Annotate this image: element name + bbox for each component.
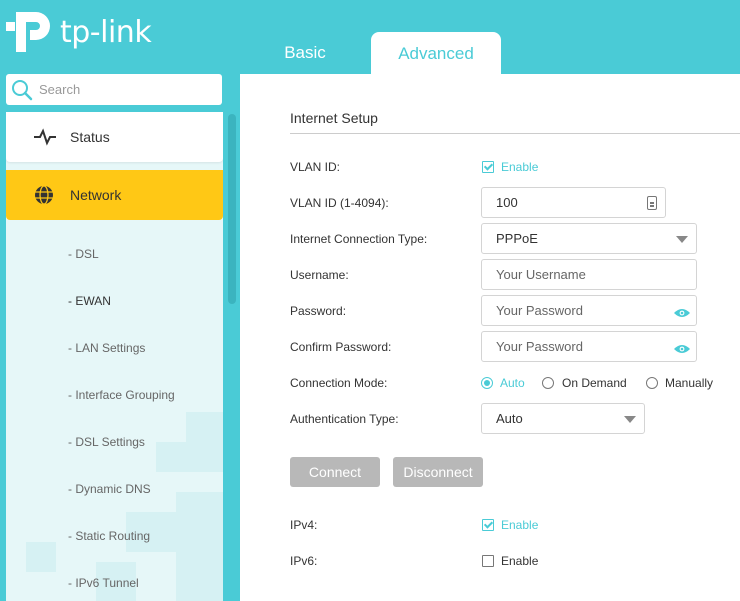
connection-type-value: PPPoE: [496, 231, 538, 246]
search-input[interactable]: [39, 82, 209, 97]
vlan-label: VLAN ID:: [290, 160, 341, 174]
search-icon[interactable]: [11, 79, 33, 101]
ipv6-label: IPv6:: [290, 554, 318, 568]
connection-mode-label: Connection Mode:: [290, 376, 388, 390]
vlan-enable-checkbox[interactable]: [482, 161, 494, 173]
radio-auto-label: Auto: [500, 376, 525, 390]
ipv4-enable-label: Enable: [501, 518, 539, 532]
username-placeholder: Your Username: [496, 267, 586, 282]
sidebar-subitem-dsl-settings[interactable]: - DSL Settings: [68, 435, 145, 449]
radio-auto[interactable]: [481, 377, 493, 389]
confirm-password-placeholder: Your Password: [496, 339, 583, 354]
radio-manually[interactable]: [646, 377, 658, 389]
nav-menu: Status Network - DSL - EWAN - LAN Settin…: [6, 112, 223, 601]
disconnect-button[interactable]: Disconnect: [393, 457, 483, 487]
section-title: Internet Setup: [290, 110, 378, 126]
sidebar-item-network[interactable]: Network: [6, 170, 223, 220]
sidebar-item-label: Network: [70, 187, 122, 203]
username-label: Username:: [290, 268, 349, 282]
ipv6-enable-checkbox[interactable]: [482, 555, 494, 567]
vlan-id-value: 100: [496, 195, 518, 210]
password-label: Password:: [290, 304, 347, 318]
decorative-pattern: [156, 442, 186, 472]
password-input[interactable]: Your Password: [481, 295, 697, 326]
brand-name: tp-link: [60, 14, 152, 50]
auth-type-select[interactable]: Auto: [481, 403, 645, 434]
sidebar-subitem-ewan[interactable]: - EWAN: [68, 294, 111, 308]
auth-type-value: Auto: [496, 411, 523, 426]
sidebar-subitem-dsl[interactable]: - DSL: [68, 247, 99, 261]
tp-link-logo: tp-link: [6, 8, 152, 56]
spinner-icon[interactable]: [647, 196, 657, 210]
tab-advanced[interactable]: Advanced: [371, 32, 501, 75]
vlan-id-label: VLAN ID (1-4094):: [290, 196, 389, 210]
sidebar-scrollbar[interactable]: [228, 114, 236, 304]
main-content: Internet Setup VLAN ID: Enable VLAN ID (…: [240, 74, 740, 601]
ipv6-enable-label: Enable: [501, 554, 539, 568]
confirm-password-label: Confirm Password:: [290, 340, 392, 354]
chevron-down-icon: [624, 416, 636, 423]
tp-link-logo-mark: [6, 8, 54, 56]
ipv4-label: IPv4:: [290, 518, 318, 532]
auth-type-label: Authentication Type:: [290, 412, 399, 426]
sidebar-subitem-dynamic-dns[interactable]: - Dynamic DNS: [68, 482, 151, 496]
decorative-pattern: [176, 492, 223, 601]
search-box: [6, 74, 222, 105]
divider: [290, 133, 740, 134]
sidebar-item-label: Status: [70, 129, 110, 145]
globe-icon: [34, 185, 54, 205]
sidebar-subitem-interface-grouping[interactable]: - Interface Grouping: [68, 388, 175, 402]
eye-icon[interactable]: [674, 342, 690, 353]
radio-on-demand-label: On Demand: [562, 376, 627, 390]
sidebar-subitem-static-routing[interactable]: - Static Routing: [68, 529, 150, 543]
sidebar: Status Network - DSL - EWAN - LAN Settin…: [0, 74, 240, 601]
tab-basic[interactable]: Basic: [270, 32, 340, 74]
eye-icon[interactable]: [674, 306, 690, 317]
vlan-id-input[interactable]: 100: [481, 187, 666, 218]
radio-on-demand[interactable]: [542, 377, 554, 389]
ipv4-enable-checkbox[interactable]: [482, 519, 494, 531]
decorative-pattern: [186, 412, 223, 472]
vlan-enable-label: Enable: [501, 160, 539, 174]
connection-type-select[interactable]: PPPoE: [481, 223, 697, 254]
confirm-password-input[interactable]: Your Password: [481, 331, 697, 362]
sidebar-subitem-ipv6-tunnel[interactable]: - IPv6 Tunnel: [68, 576, 139, 590]
pulse-icon: [34, 127, 56, 147]
chevron-down-icon: [676, 236, 688, 243]
connect-button[interactable]: Connect: [290, 457, 380, 487]
username-input[interactable]: Your Username: [481, 259, 697, 290]
password-placeholder: Your Password: [496, 303, 583, 318]
sidebar-subitem-lan-settings[interactable]: - LAN Settings: [68, 341, 145, 355]
radio-manually-label: Manually: [665, 376, 714, 390]
sidebar-item-status[interactable]: Status: [6, 112, 223, 162]
connection-type-label: Internet Connection Type:: [290, 232, 428, 246]
decorative-pattern: [26, 542, 56, 572]
